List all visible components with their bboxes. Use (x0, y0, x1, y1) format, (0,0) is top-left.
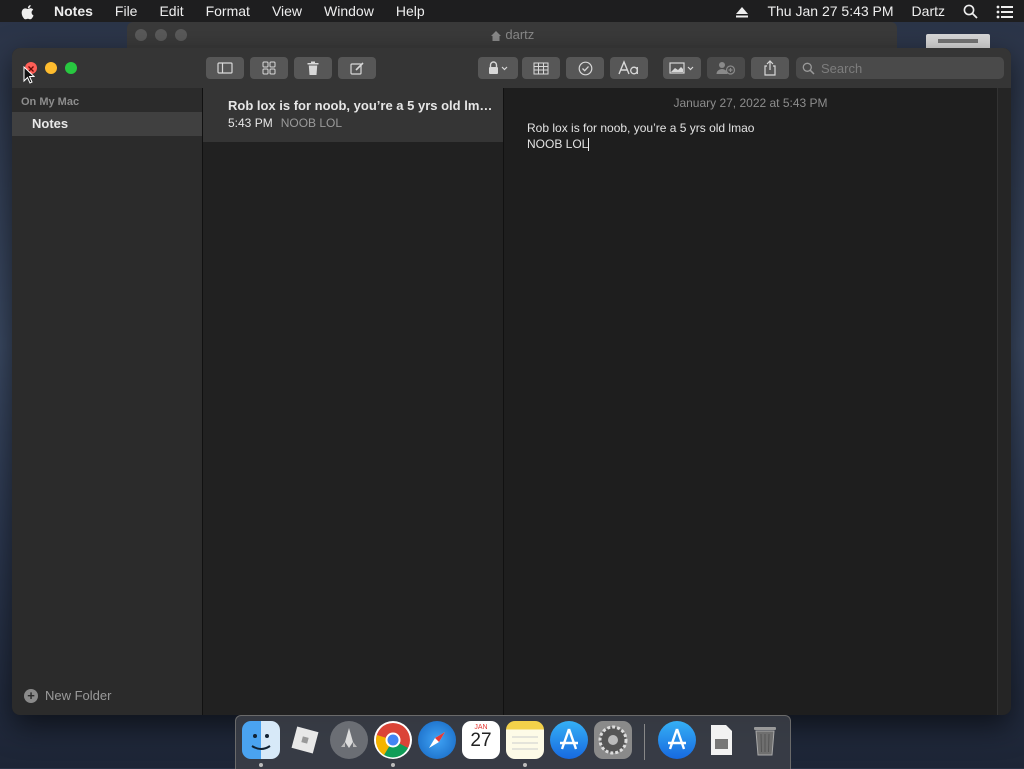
bg-window-title: dartz (505, 27, 535, 42)
minimize-button[interactable] (45, 62, 57, 74)
gallery-view-button[interactable] (250, 57, 288, 79)
share-icon (764, 60, 776, 76)
menubar-clock[interactable]: Thu Jan 27 5:43 PM (767, 3, 893, 19)
menu-format[interactable]: Format (206, 3, 250, 19)
bg-window-title-group: dartz (127, 27, 897, 42)
list-item[interactable]: Rob lox is for noob, you’re a 5 yrs old … (203, 88, 503, 142)
note-line[interactable]: Rob lox is for noob, you’re a 5 yrs old … (527, 120, 754, 136)
format-button[interactable] (610, 57, 648, 79)
new-folder-label: New Folder (45, 688, 112, 703)
note-line[interactable]: NOOB LOL (527, 137, 588, 151)
eject-icon[interactable] (735, 3, 749, 19)
sidebar-section-label: On My Mac (21, 96, 80, 108)
dock-calendar-icon[interactable]: JAN 27 (462, 721, 500, 759)
dock-roblox-icon[interactable] (286, 721, 324, 759)
dock-finder-icon[interactable] (242, 721, 280, 759)
menu-bar: Notes File Edit Format View Window Help … (0, 0, 1024, 22)
dock-system-preferences-icon[interactable] (594, 721, 632, 759)
sidebar-item-label: Notes (32, 116, 69, 131)
notes-window: On My Mac Notes + New Folder Rob lox is … (12, 48, 1011, 715)
note-date: January 27, 2022 at 5:43 PM (673, 96, 828, 110)
note-meta: 5:43 PM NOOB LOL (228, 116, 342, 130)
note-body[interactable]: Rob lox is for noob, you’re a 5 yrs old … (527, 120, 754, 152)
new-folder-button[interactable]: + New Folder (24, 688, 111, 703)
sidebar-icon (217, 62, 233, 74)
collaborate-button[interactable] (707, 57, 745, 79)
menu-file[interactable]: File (115, 3, 138, 19)
search-icon (802, 62, 815, 75)
checklist-button[interactable] (566, 57, 604, 79)
table-icon (533, 62, 549, 74)
dock-notes-icon[interactable] (506, 721, 544, 759)
dock-safari-icon[interactable] (418, 721, 456, 759)
mouse-pointer-icon (23, 65, 36, 89)
note-list: Rob lox is for noob, you’re a 5 yrs old … (203, 88, 504, 715)
zoom-button[interactable] (65, 62, 77, 74)
grid-icon (262, 61, 276, 75)
menu-window[interactable]: Window (324, 3, 374, 19)
compose-button[interactable] (338, 57, 376, 79)
menu-view[interactable]: View (272, 3, 302, 19)
photo-icon (669, 62, 694, 74)
dock-running-dot (391, 763, 395, 767)
toolbar (12, 48, 1011, 89)
checklist-icon (578, 61, 592, 75)
search-field[interactable] (796, 57, 1004, 79)
media-button[interactable] (663, 57, 701, 79)
apple-menu-icon[interactable] (18, 2, 38, 19)
menubar-user[interactable]: Dartz (912, 3, 945, 19)
text-format-icon (618, 60, 638, 75)
trash-icon (307, 61, 319, 75)
note-line-with-caret[interactable]: NOOB LOL (527, 136, 754, 152)
search-input[interactable] (819, 59, 993, 77)
lock-note-button[interactable] (478, 57, 518, 79)
dock-app-store-icon[interactable] (550, 721, 588, 759)
menu-app-notes[interactable]: Notes (54, 3, 93, 19)
dock-document-icon[interactable] (702, 721, 740, 759)
dock-downloads-icon[interactable] (658, 721, 696, 759)
sidebar-item-notes[interactable]: Notes (12, 112, 202, 136)
share-button[interactable] (751, 57, 789, 79)
dock-separator (644, 724, 645, 760)
control-center-icon[interactable] (996, 3, 1014, 19)
dock-running-dot (523, 763, 527, 767)
note-time: 5:43 PM (228, 116, 273, 130)
home-folder-icon (490, 27, 506, 42)
menu-help[interactable]: Help (396, 3, 425, 19)
note-preview: NOOB LOL (280, 116, 343, 130)
plus-icon: + (24, 688, 38, 703)
delete-button[interactable] (294, 57, 332, 79)
dock-launchpad-icon[interactable] (330, 721, 368, 759)
dock-chrome-icon[interactable] (374, 721, 412, 759)
editor-scrollbar[interactable] (997, 88, 1011, 715)
dock-trash-icon[interactable] (746, 721, 784, 759)
dock-running-dot (259, 763, 263, 767)
background-window[interactable]: dartz (127, 22, 897, 48)
add-people-icon (716, 62, 736, 75)
calendar-day: 27 (470, 730, 492, 751)
menu-edit[interactable]: Edit (159, 3, 183, 19)
dock: JAN 27 (235, 715, 791, 769)
text-caret (588, 138, 590, 152)
lock-icon (489, 61, 508, 74)
table-button[interactable] (522, 57, 560, 79)
sidebar: On My Mac Notes + New Folder (12, 88, 203, 715)
note-title: Rob lox is for noob, you’re a 5 yrs old … (228, 98, 493, 113)
toggle-sidebar-button[interactable] (206, 57, 244, 79)
spotlight-search-icon[interactable] (963, 3, 978, 20)
compose-icon (349, 61, 364, 75)
note-editor[interactable]: January 27, 2022 at 5:43 PM Rob lox is f… (504, 88, 997, 715)
